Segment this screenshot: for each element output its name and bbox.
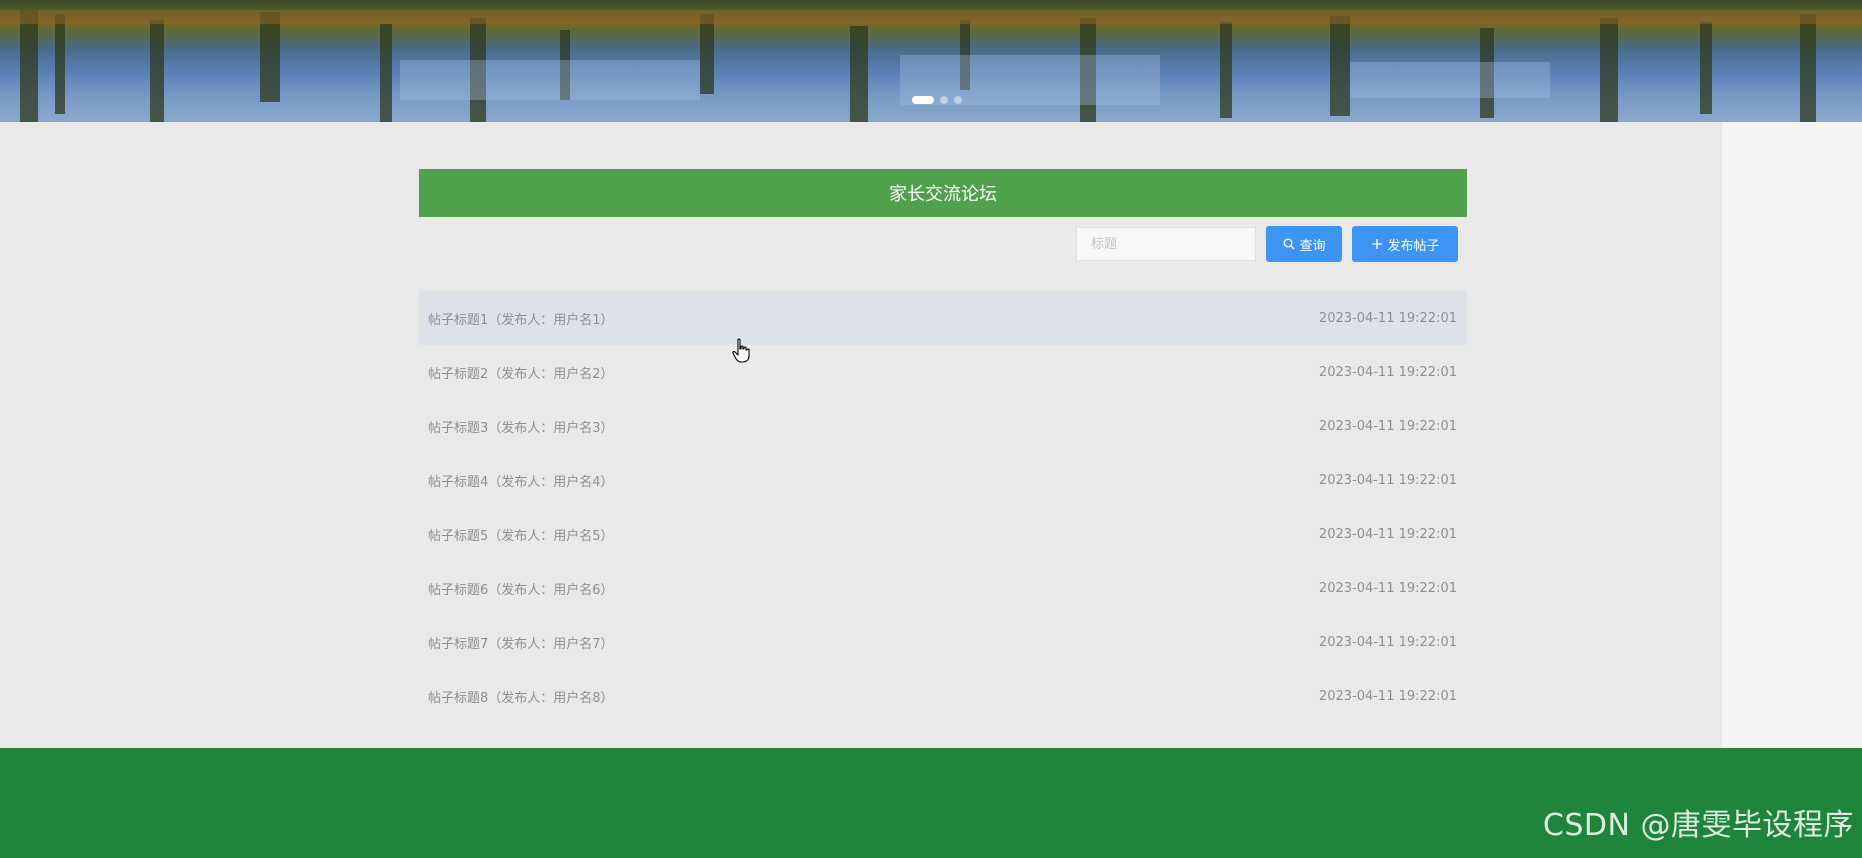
- post-title: 帖子标题3（发布人：用户名3）: [428, 420, 614, 436]
- post-title: 帖子标题5（发布人：用户名5）: [428, 528, 614, 544]
- post-row[interactable]: 帖子标题3（发布人：用户名3） 2023-04-11 19:22:01: [419, 399, 1467, 453]
- carousel-dot-2[interactable]: [940, 96, 948, 104]
- post-row[interactable]: 帖子标题1（发布人：用户名1） 2023-04-11 19:22:01: [419, 291, 1467, 345]
- post-title: 帖子标题1（发布人：用户名1）: [428, 312, 614, 328]
- carousel-indicators: [912, 96, 962, 104]
- post-time: 2023-04-11 19:22:01: [1318, 418, 1457, 434]
- publish-post-button[interactable]: 发布帖子: [1352, 226, 1458, 262]
- forum-toolbar: 查询 发布帖子: [419, 217, 1467, 262]
- post-title: 帖子标题8（发布人：用户名8）: [428, 690, 614, 706]
- search-icon: [1282, 237, 1296, 251]
- post-title: 帖子标题7（发布人：用户名7）: [428, 636, 614, 652]
- post-time: 2023-04-11 19:22:01: [1318, 688, 1457, 704]
- post-time: 2023-04-11 19:22:01: [1318, 310, 1457, 326]
- post-title: 帖子标题2（发布人：用户名2）: [428, 366, 614, 382]
- post-time: 2023-04-11 19:22:01: [1318, 580, 1457, 596]
- title-search-input[interactable]: [1076, 227, 1256, 261]
- query-button-label: 查询: [1299, 238, 1326, 254]
- carousel-dot-1[interactable]: [912, 96, 934, 104]
- post-time: 2023-04-11 19:22:01: [1318, 364, 1457, 380]
- post-row[interactable]: 帖子标题6（发布人：用户名6） 2023-04-11 19:22:01: [419, 561, 1467, 615]
- right-side-strip: [1722, 122, 1862, 748]
- post-row[interactable]: 帖子标题7（发布人：用户名7） 2023-04-11 19:22:01: [419, 615, 1467, 669]
- carousel-dot-3[interactable]: [954, 96, 962, 104]
- post-time: 2023-04-11 19:22:01: [1318, 634, 1457, 650]
- post-row[interactable]: 帖子标题5（发布人：用户名5） 2023-04-11 19:22:01: [419, 507, 1467, 561]
- post-row[interactable]: 帖子标题8（发布人：用户名8） 2023-04-11 19:22:01: [419, 669, 1467, 723]
- query-button[interactable]: 查询: [1266, 226, 1342, 262]
- plus-icon: [1370, 237, 1384, 251]
- hand-pointer-cursor-icon: [732, 338, 750, 363]
- forum-panel: 家长交流论坛 查询 发布帖子: [419, 169, 1467, 739]
- post-title: 帖子标题4（发布人：用户名4）: [428, 474, 614, 490]
- forum-title: 家长交流论坛: [419, 169, 1467, 217]
- post-time: 2023-04-11 19:22:01: [1318, 526, 1457, 542]
- page: 家长交流论坛 查询 发布帖子: [0, 0, 1862, 858]
- post-list: 帖子标题1（发布人：用户名1） 2023-04-11 19:22:01 帖子标题…: [419, 291, 1467, 723]
- post-row[interactable]: 帖子标题4（发布人：用户名4） 2023-04-11 19:22:01: [419, 453, 1467, 507]
- footer: CSDN @唐雯毕设程序: [0, 748, 1862, 858]
- post-row[interactable]: 帖子标题2（发布人：用户名2） 2023-04-11 19:22:01: [419, 345, 1467, 399]
- banner-carousel[interactable]: [0, 0, 1862, 122]
- post-time: 2023-04-11 19:22:01: [1318, 472, 1457, 488]
- publish-post-button-label: 发布帖子: [1387, 238, 1440, 254]
- post-title: 帖子标题6（发布人：用户名6）: [428, 582, 614, 598]
- watermark-text: CSDN @唐雯毕设程序: [1542, 808, 1854, 843]
